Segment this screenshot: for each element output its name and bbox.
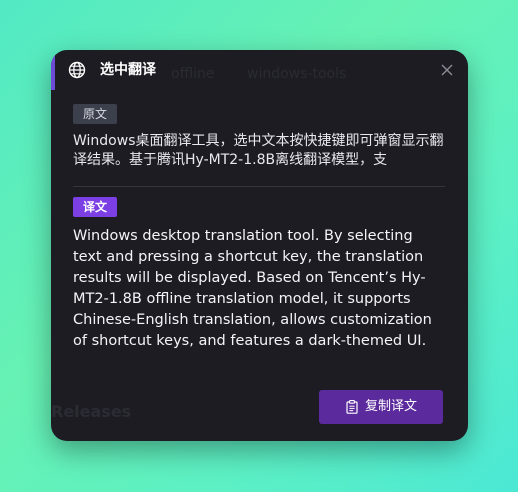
translation-badge: 译文 bbox=[73, 197, 118, 217]
source-badge: 原文 bbox=[73, 104, 118, 124]
background-text: Releases bbox=[51, 402, 132, 421]
title-bar[interactable]: 选中翻译 bbox=[51, 50, 468, 90]
translation-text: Windows desktop translation tool. By sel… bbox=[73, 228, 432, 349]
globe-icon bbox=[68, 61, 86, 79]
translation-popup: offline windows-tools Releases 选中翻译 原文 W… bbox=[51, 50, 468, 441]
copy-translation-button[interactable]: 复制译文 bbox=[319, 390, 443, 424]
divider bbox=[73, 186, 445, 187]
popup-title: 选中翻译 bbox=[100, 62, 156, 78]
close-icon[interactable] bbox=[440, 63, 454, 77]
clipboard-icon bbox=[346, 400, 358, 414]
source-text: Windows桌面翻译工具，选中文本按快捷键即可弹窗显示翻译结果。基于腾讯Hy-… bbox=[73, 133, 444, 168]
copy-button-label: 复制译文 bbox=[365, 399, 418, 414]
